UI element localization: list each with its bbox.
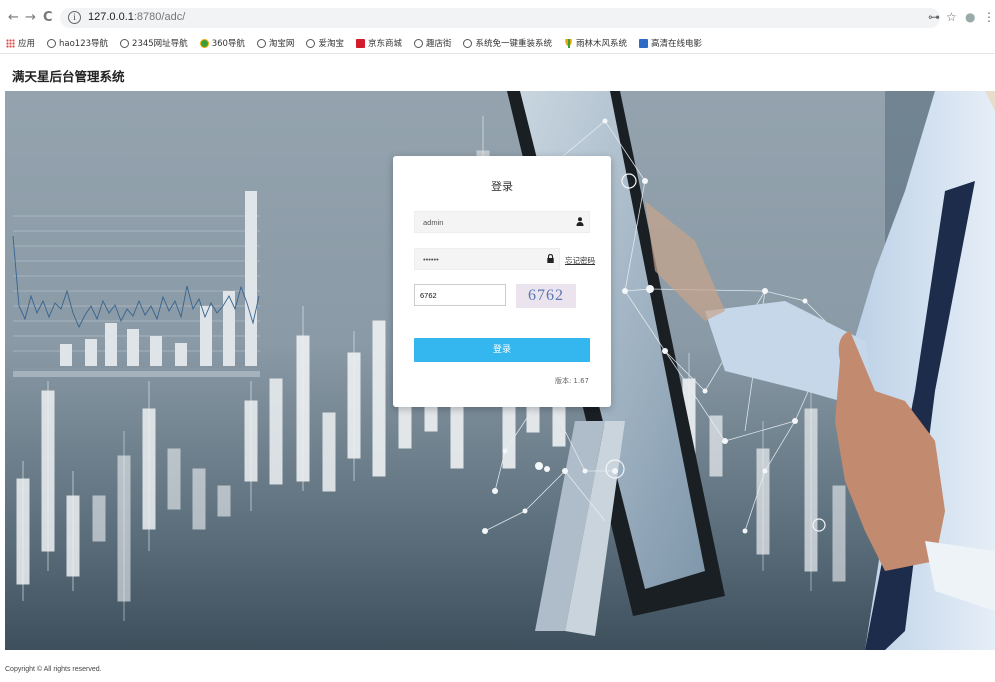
password-value: •••••• [423,255,439,264]
bookmark-label: hao123导航 [59,39,109,49]
forgot-password-link[interactable]: 忘记密码 [565,255,595,266]
login-button[interactable]: 登录 [414,338,590,362]
bookmark-movies[interactable]: 高清在线电影 [639,37,702,49]
user-icon [576,217,584,229]
browser-toolbar: ← → C i 127.0.0.1:8780/adc/ ⊶ ☆ ● ⋮ [0,6,995,30]
bookmark-taobao[interactable]: 淘宝网 [256,37,295,49]
globe-icon [120,38,130,48]
app-header: 满天星后台管理系统 [0,54,995,91]
username-value: admin [423,218,444,227]
url-host: 127.0.0.1 [88,11,134,23]
bookmark-star-icon[interactable]: ☆ [946,10,957,24]
bookmark-label: 360导航 [211,39,245,49]
tree-icon [564,38,573,48]
version-value: 1.67 [573,377,589,385]
globe-icon [463,38,473,48]
bookmark-qudian[interactable]: 趣店街 [413,37,452,49]
login-card: 登录 admin •••••• 忘记密码 6762 6762 登录 版本: 1.6… [393,156,611,407]
bookmark-label: 京东商城 [367,39,402,49]
apps-icon [6,38,15,48]
address-bar[interactable]: i 127.0.0.1:8780/adc/ [60,8,940,28]
captcha-input[interactable]: 6762 [414,284,506,306]
bookmark-label: 系统免一键重装系统 [475,39,552,49]
reload-button[interactable]: C [43,10,53,26]
bookmark-label: 雨林木风系统 [576,39,628,49]
bookmark-label: 爱淘宝 [318,39,344,49]
bookmark-360[interactable]: 360导航 [199,37,245,49]
bookmark-ylmf[interactable]: 雨林木风系统 [564,37,627,49]
bookmark-label: 应用 [18,39,36,49]
360-icon [199,38,209,48]
bookmark-label: 2345网址导航 [132,39,188,49]
captcha-image[interactable]: 6762 [516,284,576,308]
login-title: 登录 [491,180,513,193]
back-button[interactable]: ← [8,10,19,26]
url-text[interactable]: 127.0.0.1:8780/adc/ [88,11,185,23]
bookmark-label: 高清在线电影 [651,39,703,49]
browser-chrome: ← → C i 127.0.0.1:8780/adc/ ⊶ ☆ ● ⋮ 应用 h… [0,0,995,54]
footer: Copyright © All rights reserved. [0,650,995,682]
bookmark-2345[interactable]: 2345网址导航 [120,37,188,49]
bookmark-jd[interactable]: 京东商城 [355,37,402,49]
captcha-input-value: 6762 [420,291,437,300]
bookmark-aitaobao[interactable]: 爱淘宝 [306,37,344,49]
username-field[interactable]: admin [414,211,590,233]
bookmarks-bar: 应用 hao123导航 2345网址导航 360导航 淘宝网 爱淘宝 京东商城 … [6,35,702,51]
menu-icon[interactable]: ⋮ [983,10,995,24]
key-icon[interactable]: ⊶ [928,10,940,24]
bookmark-label: 趣店街 [425,39,452,49]
password-field[interactable]: •••••• [414,248,560,270]
globe-icon [47,38,57,48]
profile-icon[interactable]: ● [965,10,975,24]
globe-icon [256,38,266,48]
forward-button[interactable]: → [25,10,36,26]
globe-icon [413,38,423,48]
url-path: :8780/adc/ [133,11,186,23]
lock-icon [547,254,554,266]
version-label: 版本: [555,377,572,385]
globe-icon [306,38,316,48]
copyright-text: Copyright © All rights reserved. [5,666,102,673]
site-info-icon[interactable]: i [68,11,81,24]
movie-icon [639,38,649,48]
bookmark-hao123[interactable]: hao123导航 [47,37,108,49]
jd-icon [355,38,365,48]
app-title: 满天星后台管理系统 [12,69,125,84]
version-info: 版本: 1.67 [555,376,589,386]
bookmark-reinstall[interactable]: 系统免一键重装系统 [463,37,552,49]
line-chart-panel [12,191,260,377]
bookmark-label: 淘宝网 [268,39,295,49]
bookmark-apps[interactable]: 应用 [6,37,35,49]
